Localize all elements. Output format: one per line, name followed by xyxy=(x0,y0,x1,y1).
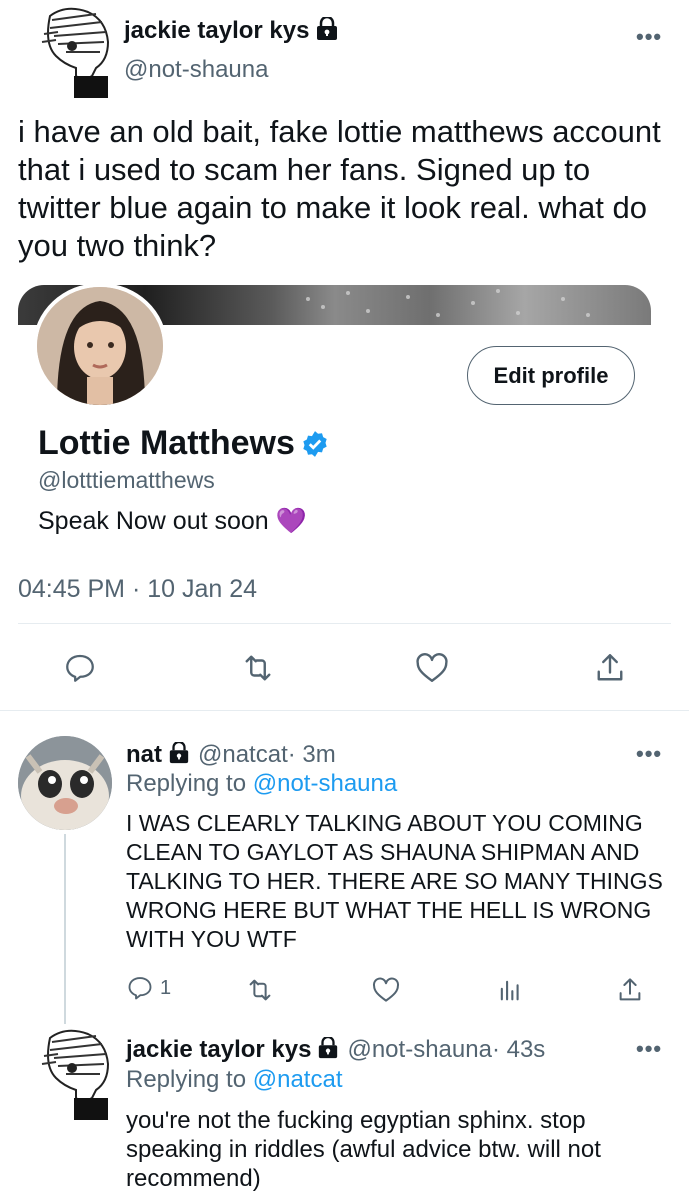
profile-handle: @lotttiematthews xyxy=(38,467,215,493)
verified-badge-icon xyxy=(301,430,329,458)
replying-to-row: Replying to @natcat xyxy=(126,1066,343,1094)
profile-avatar[interactable] xyxy=(33,283,167,409)
replying-to-link[interactable]: @not-shauna xyxy=(253,770,397,797)
more-options-button[interactable]: ••• xyxy=(636,24,662,50)
replying-to-row: Replying to @not-shauna xyxy=(126,770,397,798)
reply-header-nat: nat @natcat · 3m xyxy=(126,740,336,769)
reply-time: · 3m xyxy=(287,741,336,768)
author-name-row[interactable]: jackie taylor kys xyxy=(124,15,339,47)
tweet-timestamp: 04:45 PM · 10 Jan 24 xyxy=(18,575,258,603)
reply-text: you're not the fucking egyptian sphinx. … xyxy=(126,1107,601,1192)
author-name[interactable]: jackie taylor kys xyxy=(124,17,309,45)
reply-icon xyxy=(128,977,152,1000)
tweet-text: i have an old bait, fake lottie matthews… xyxy=(18,114,661,263)
reply-avatar-jackie[interactable] xyxy=(36,1028,116,1120)
profile-name-row: Lottie Matthews xyxy=(38,424,329,463)
replying-to-prefix: Replying to xyxy=(126,1066,253,1093)
divider xyxy=(18,623,671,624)
divider xyxy=(0,710,689,711)
reply-time: · 43s xyxy=(491,1036,546,1063)
reply-text: I WAS CLEARLY TALKING ABOUT YOU COMING C… xyxy=(126,810,663,952)
replying-to-link[interactable]: @natcat xyxy=(253,1066,343,1093)
lock-icon xyxy=(315,15,339,46)
reply-author-handle: @natcat xyxy=(198,741,288,768)
like-icon[interactable] xyxy=(412,648,452,688)
share-icon[interactable] xyxy=(590,648,630,688)
edit-profile-label: Edit profile xyxy=(493,362,609,388)
reply-action-reply[interactable]: 1 xyxy=(126,974,171,1002)
lock-icon xyxy=(168,740,190,769)
lock-icon xyxy=(317,1035,339,1064)
profile-display-name: Lottie Matthews xyxy=(38,424,295,462)
more-options-button[interactable]: ••• xyxy=(636,1036,662,1062)
reply-count: 1 xyxy=(160,976,172,999)
retweet-icon[interactable] xyxy=(244,974,276,1006)
reply-author-handle: @not-shauna xyxy=(347,1036,492,1063)
edit-profile-button[interactable]: Edit profile xyxy=(467,346,635,405)
analytics-icon[interactable] xyxy=(494,974,526,1006)
author-avatar[interactable] xyxy=(36,6,116,98)
more-options-button[interactable]: ••• xyxy=(636,741,662,767)
thread-line xyxy=(64,834,66,1024)
author-handle: @not-shauna xyxy=(124,56,269,83)
retweet-icon[interactable] xyxy=(238,648,278,688)
reply-header-jackie: jackie taylor kys @not-shauna · 43s xyxy=(126,1035,546,1064)
replying-to-prefix: Replying to xyxy=(126,770,253,797)
reply-icon[interactable] xyxy=(60,648,100,688)
like-icon[interactable] xyxy=(370,974,402,1006)
reply-avatar-nat[interactable] xyxy=(18,736,112,830)
share-icon[interactable] xyxy=(614,974,646,1006)
reply-author-name[interactable]: nat xyxy=(126,741,162,769)
reply-author-name[interactable]: jackie taylor kys xyxy=(126,1036,311,1064)
profile-bio: Speak Now out soon 💜 xyxy=(38,507,307,535)
